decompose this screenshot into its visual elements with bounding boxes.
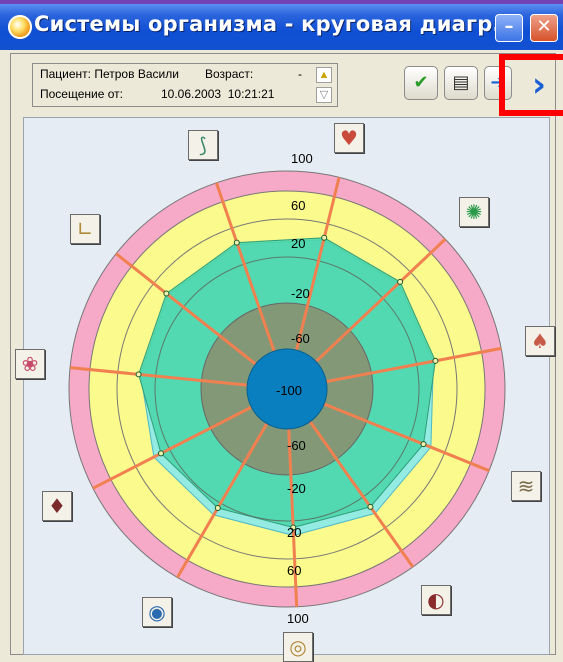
joint-icon[interactable]: ∟ [70, 214, 100, 244]
ring-label-top: 20 [291, 236, 305, 251]
ring-label-top: -20 [291, 286, 310, 301]
data-point [158, 450, 164, 457]
ring-label-bottom: -60 [287, 438, 306, 453]
thyroid-icon[interactable]: ♦ [42, 491, 72, 521]
data-point [214, 505, 221, 511]
data-point [135, 371, 142, 378]
heart-icon[interactable]: ♥ [334, 123, 364, 153]
ring-label-bottom: -20 [287, 481, 306, 496]
ring-label-bottom: 100 [287, 611, 309, 626]
ring-label-top: 60 [291, 198, 305, 213]
data-point [397, 278, 404, 285]
ring-label-center: -100 [276, 383, 302, 398]
data-point [233, 239, 240, 246]
ring-label-bottom: 60 [287, 563, 301, 578]
ring-label-top: -60 [291, 331, 310, 346]
brain-icon[interactable]: ❀ [15, 349, 45, 379]
spine-icon[interactable]: ⟆ [188, 130, 218, 160]
data-point [420, 441, 427, 448]
window: Системы организма - круговая диагр... – … [0, 0, 563, 662]
ear-icon[interactable]: ◎ [283, 632, 313, 662]
ring-label-top: 100 [291, 151, 313, 166]
eye-icon[interactable]: ◉ [142, 597, 172, 627]
intestine-icon[interactable]: ≋ [511, 471, 541, 501]
data-point [432, 357, 439, 364]
data-point [321, 234, 328, 241]
data-point [163, 290, 170, 297]
radar-chart: 100 60 20 -20 -60 -100 -60 -20 20 60 100 [68, 151, 506, 626]
data-point [367, 503, 374, 510]
nerve-cell-icon[interactable]: ✺ [459, 197, 489, 227]
lungs-icon[interactable]: ♠ [525, 326, 555, 356]
ring-label-bottom: 20 [287, 525, 301, 540]
kidney-icon[interactable]: ◐ [421, 585, 451, 615]
